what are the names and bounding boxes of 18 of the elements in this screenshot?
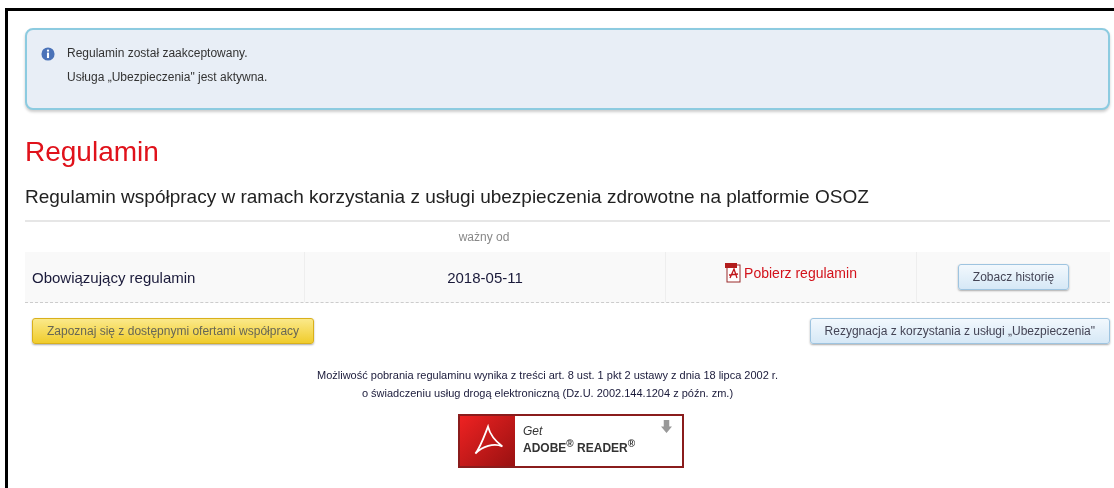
info-icon xyxy=(41,47,55,61)
pdf-icon xyxy=(725,263,742,283)
table-cell-text: Obowiązujący regulamin xyxy=(31,267,197,288)
badge-text: ADOBE$^{®}$ READER$^{®}$ xyxy=(523,438,636,455)
table-cell: 2018-05-11 xyxy=(304,252,665,302)
legal-note: Możliwość pobrania regulaminu wynika z treści art. 8 ust. 1 pkt 2 ustawy z dnia 18 lipca 2002 r. o świadczeniu usług drogą elektroniczną (Dz.U. 2002.144.1204 z późn. zm.) xyxy=(316,368,779,401)
badge-text: Get xyxy=(523,424,544,438)
history-button[interactable]: Zobacz historię xyxy=(957,264,1070,290)
alert-text: Usługa „Ubezpieczenia" jest aktywna. xyxy=(67,69,268,86)
resign-button[interactable]: Rezygnacja z korzystania z usługi „Ubezpieczenia" xyxy=(809,318,1110,344)
download-arrow-icon xyxy=(661,420,672,433)
alert-text: Regulamin został zaakceptowany. xyxy=(67,45,249,62)
subtitle: Regulamin współpracy w ramach korzystania z usługi ubezpieczenia zdrowotne na platformie OSOZ xyxy=(25,186,870,208)
offers-button[interactable]: Zapoznaj się z dostępnymi ofertami współpracy xyxy=(32,318,315,344)
column-header: ważny od xyxy=(457,230,511,244)
download-link[interactable]: Pobierz regulamin xyxy=(725,263,857,283)
adobe-reader-badge[interactable]: Get ADOBE$^{®}$ READER$^{®}$ xyxy=(458,414,684,468)
page-title: Regulamin xyxy=(25,136,160,168)
